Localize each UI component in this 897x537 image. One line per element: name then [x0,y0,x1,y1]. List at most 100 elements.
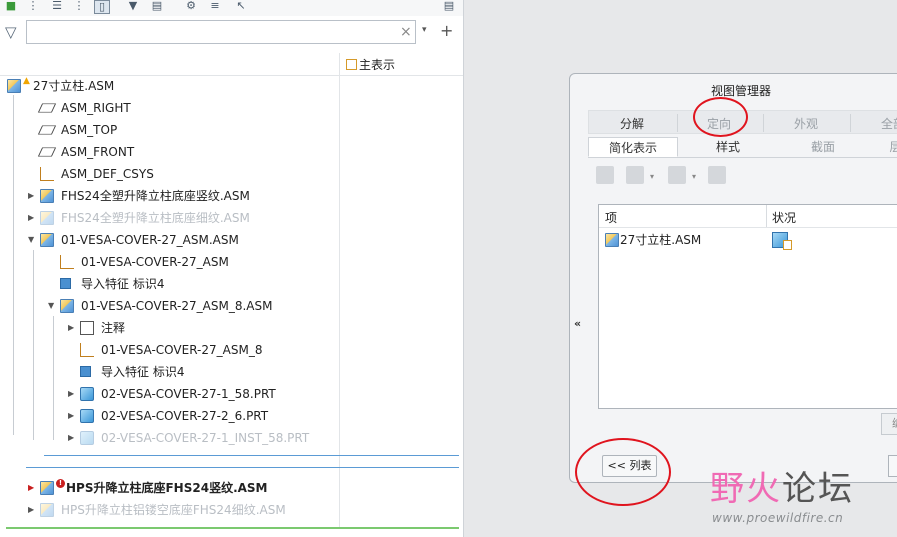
tab-layers[interactable]: 层 [873,137,897,157]
tree-node-label: 导入特征 标识4 [101,365,185,379]
options-icon[interactable] [668,166,686,184]
filter-tree-icon[interactable]: ▼ [126,0,140,12]
search-input[interactable] [26,20,416,44]
tree-node[interactable]: ▼ 01-VESA-COVER-27_ASM_8.ASM [0,295,340,317]
gear-icon[interactable]: ⚙ [184,0,198,12]
tree-node-label: ASM_TOP [61,123,118,137]
expand-node-icon[interactable]: ▶ [28,483,34,493]
assembly-icon [605,233,619,247]
expand-node-icon[interactable]: ▶ [68,323,74,333]
assembly-icon [40,481,54,495]
expand-node-icon[interactable]: ▶ [28,191,34,201]
collapse-node-icon[interactable]: ▼ [28,235,34,245]
master-rep-icon [772,232,792,250]
tree-node-label: 01-VESA-COVER-27_ASM_8.ASM [81,299,273,313]
layers-icon[interactable]: ▤ [150,0,164,12]
tree-node[interactable]: ▶ 02-VESA-COVER-27-1_INST_58.PRT [0,427,340,449]
column-header-main-rep[interactable]: 主表示 [346,56,395,73]
chevron-left-icon[interactable]: « [574,317,581,330]
tab-explode[interactable]: 分解 [620,115,644,132]
annotation-circle [575,438,671,506]
tree-node[interactable]: ▶ 02-VESA-COVER-27-2_6.PRT [0,405,340,427]
panel-menu-icon[interactable]: ▤ [442,0,456,12]
tree-node[interactable]: ASM_RIGHT [0,97,340,119]
tree-node[interactable]: ▶ FHS24全塑升降立柱底座细纹.ASM [0,207,340,229]
tab-all-sections[interactable]: 全剖 [881,115,897,132]
add-icon[interactable]: + [440,21,453,40]
chevron-down-icon[interactable]: ▾ [650,172,654,181]
edit-rep-icon[interactable] [626,166,644,184]
tree-node[interactable]: ▶ HPS升降立柱铝镂空底座FHS24细纹.ASM [0,499,340,521]
forum-watermark: 野火论坛 www.proewildfire.cn [710,469,890,529]
expand-node-icon[interactable]: ▶ [68,411,74,421]
tree-node-label: 02-VESA-COVER-27-2_6.PRT [101,409,269,423]
tab-appearance[interactable]: 外观 [794,115,818,132]
settings-icon[interactable]: ■ [4,0,18,12]
tree-node[interactable]: 01-VESA-COVER-27_ASM [0,251,340,273]
tree-node[interactable]: ▶ FHS24全塑升降立柱底座竖纹.ASM [0,185,340,207]
new-rep-icon[interactable] [596,166,614,184]
tab-separator [850,114,851,132]
expand-node-icon[interactable]: ▶ [68,433,74,443]
coordinate-system-icon [60,255,74,269]
expand-node-icon[interactable]: ▶ [68,389,74,399]
tree-node-label: ASM_RIGHT [61,101,131,115]
tab-separator [677,114,678,132]
tree-node[interactable]: 导入特征 标识4 [0,361,340,383]
tab-separator [763,114,764,132]
collapse-strip[interactable]: « [570,104,586,464]
coordinate-system-icon [80,343,94,357]
list-header-item[interactable]: 项 [605,209,617,226]
tree-node[interactable]: ▶! HPS升降立柱底座FHS24竖纹.ASM [0,477,340,499]
tree-node-label: 01-VESA-COVER-27_ASM [81,255,229,269]
pointer-icon[interactable]: ↖ [234,0,248,12]
tab-section[interactable]: 截面 [778,137,868,157]
tree-node[interactable]: 导入特征 标识4 [0,273,340,295]
tree-node[interactable]: ASM_TOP [0,119,340,141]
tree-node-label: ASM_FRONT [61,145,135,159]
expand-node-icon[interactable]: ▶ [28,505,34,515]
expand-icon[interactable]: ⋮ [26,0,40,12]
tree-columns-icon[interactable]: ☰ [50,0,64,12]
tree-node-label: FHS24全塑升降立柱底座竖纹.ASM [61,189,250,203]
assembly-icon [40,211,54,225]
import-feature-icon [60,278,71,289]
tree-node-label: 02-VESA-COVER-27-1_58.PRT [101,387,276,401]
filter-icon[interactable]: ▽ [5,24,21,40]
tab-simplified-rep[interactable]: 简化表示 [588,137,678,157]
datum-plane-icon [37,103,57,113]
tab-style[interactable]: 样式 [683,137,773,157]
list-header: 项 状况 [599,205,897,228]
expand-node-icon[interactable]: ▶ [28,213,34,223]
column-header-label: 主表示 [359,58,396,72]
warning-icon: ▲ [23,76,30,86]
assembly-icon [40,189,54,203]
list-item[interactable]: 27寸立柱.ASM [599,229,897,251]
annotation-icon [80,321,94,335]
tree-node-label: 导入特征 标识4 [81,277,165,291]
datum-plane-icon [37,147,57,157]
settings-list-icon[interactable]: ≡ [208,0,222,12]
chevron-down-icon[interactable]: ▾ [422,25,427,35]
tree-node[interactable]: ASM_DEF_CSYS [0,163,340,185]
tree-node[interactable]: ▶ 02-VESA-COVER-27-1_58.PRT [0,383,340,405]
part-icon [80,387,94,401]
chevron-down-icon[interactable]: ▾ [692,172,696,181]
show-icon[interactable]: ▯ [94,0,110,14]
model-tree-panel: ■ ⋮ ☰ ⋮ ▯ ▼ ▤ ⚙ ≡ ↖ ▤ ▽ × ▾ + 主表示 ▲ 27寸立柱… [0,0,464,537]
properties-icon[interactable] [708,166,726,184]
edit-button[interactable]: 编辑 [881,413,897,435]
tree-node-label: HPS升降立柱铝镂空底座FHS24细纹.ASM [61,503,286,517]
collapse-icon[interactable]: ⋮ [72,0,86,12]
part-icon [80,409,94,423]
list-header-status[interactable]: 状况 [772,209,796,226]
tree-node[interactable]: 01-VESA-COVER-27_ASM_8 [0,339,340,361]
tree-node[interactable]: ▶ 注释 [0,317,340,339]
watermark-logo: 野火论坛 [710,469,854,509]
tree-node[interactable]: ▲ 27寸立柱.ASM [0,75,340,97]
error-icon: ! [56,479,65,488]
tree-node[interactable]: ▼ 01-VESA-COVER-27_ASM.ASM [0,229,340,251]
tree-node[interactable]: ASM_FRONT [0,141,340,163]
clear-icon[interactable]: × [400,24,412,40]
collapse-node-icon[interactable]: ▼ [48,301,54,311]
